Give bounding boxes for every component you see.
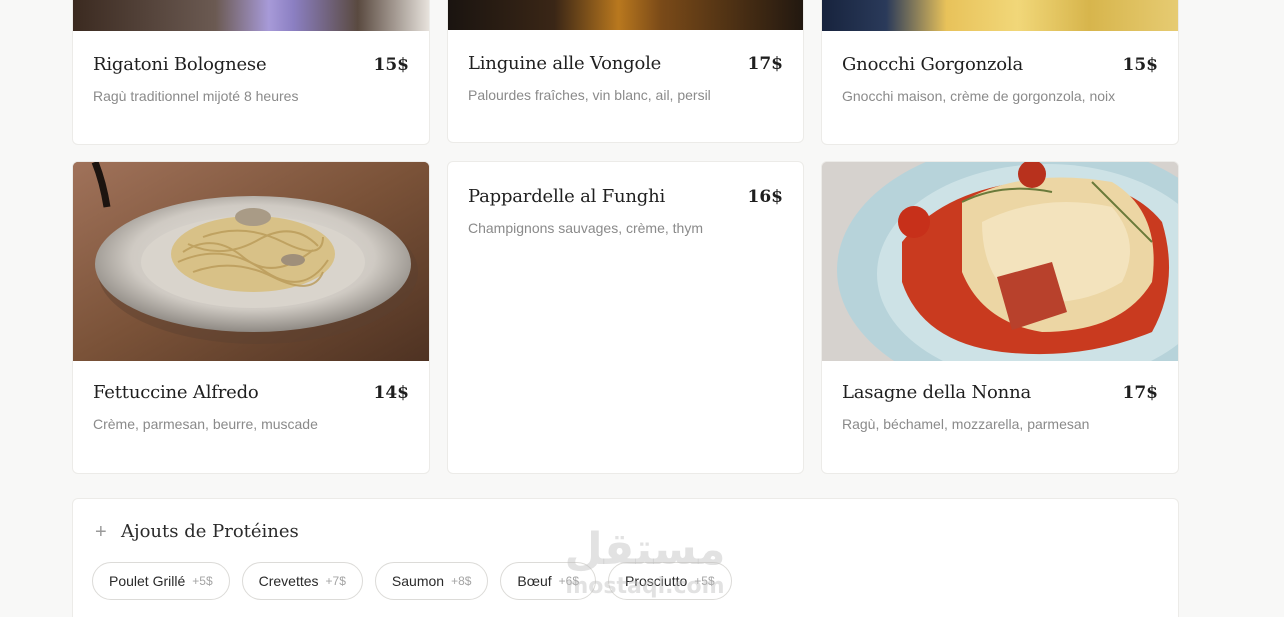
addon-chip-poulet[interactable]: Poulet Grillé +5$	[92, 562, 230, 600]
dish-card-rigatoni[interactable]: Rigatoni Bolognese 15$ Ragù traditionnel…	[72, 0, 430, 145]
dish-description: Crème, parmesan, beurre, muscade	[93, 416, 318, 432]
dish-name: Rigatoni Bolognese	[93, 54, 267, 75]
addon-chip-prosciutto[interactable]: Prosciutto +5$	[608, 562, 732, 600]
dish-price: 15$	[1122, 55, 1159, 75]
addon-chip-saumon[interactable]: Saumon +8$	[374, 562, 489, 600]
dish-card-fettuccine[interactable]: Fettuccine Alfredo 14$ Crème, parmesan, …	[72, 161, 430, 474]
addon-label: Saumon	[391, 573, 445, 589]
dish-price: 14$	[373, 383, 410, 403]
addon-label: Crevettes	[258, 573, 319, 589]
dish-description: Gnocchi maison, crème de gorgonzola, noi…	[842, 88, 1116, 104]
addon-price: +6$	[558, 574, 580, 588]
lasagne-plate-image	[822, 162, 1178, 361]
dish-card-linguine[interactable]: Linguine alle Vongole 17$ Palourdes fraî…	[447, 0, 804, 143]
dish-description: Ragù traditionnel mijoté 8 heures	[93, 88, 299, 104]
dish-description: Palourdes fraîches, vin blanc, ail, pers…	[468, 87, 711, 103]
addon-price: +5$	[694, 574, 715, 588]
dish-description: Ragù, béchamel, mozzarella, parmesan	[842, 416, 1090, 432]
addon-price: +7$	[325, 574, 346, 588]
dish-name: Linguine alle Vongole	[468, 53, 662, 74]
dish-price: 17$	[1122, 383, 1159, 403]
dish-photo	[822, 0, 1178, 31]
addon-label: Prosciutto	[625, 573, 688, 589]
dish-photo	[73, 0, 429, 31]
dish-card-lasagne[interactable]: Lasagne della Nonna 17$ Ragù, béchamel, …	[821, 161, 1179, 474]
addons-header[interactable]: + Ajouts de Protéines	[95, 521, 299, 542]
dish-price: 16$	[747, 187, 784, 207]
pasta-plate-image	[73, 162, 429, 361]
dish-photo	[73, 162, 429, 361]
addon-label: Poulet Grillé	[109, 573, 186, 589]
protein-addons-panel: + Ajouts de Protéines Poulet Grillé +5$ …	[72, 498, 1179, 617]
dish-card-pappardelle[interactable]: Pappardelle al Funghi 16$ Champignons sa…	[447, 161, 804, 474]
dish-price: 17$	[747, 54, 784, 74]
dish-photo	[448, 0, 803, 30]
dish-card-gnocchi[interactable]: Gnocchi Gorgonzola 15$ Gnocchi maison, c…	[821, 0, 1179, 145]
addon-chip-boeuf[interactable]: Bœuf +6$	[500, 562, 597, 600]
dish-name: Pappardelle al Funghi	[468, 186, 666, 207]
dish-price: 15$	[373, 55, 410, 75]
dish-name: Gnocchi Gorgonzola	[842, 54, 1024, 75]
addon-chip-crevettes[interactable]: Crevettes +7$	[241, 562, 363, 600]
addon-price: +8$	[451, 574, 472, 588]
dish-photo	[822, 162, 1178, 361]
addon-chips: Poulet Grillé +5$ Crevettes +7$ Saumon +…	[92, 562, 732, 600]
plus-icon: +	[95, 520, 107, 543]
addon-label: Bœuf	[517, 573, 552, 589]
dish-description: Champignons sauvages, crème, thym	[468, 220, 703, 236]
addons-title: Ajouts de Protéines	[121, 521, 299, 542]
dish-name: Lasagne della Nonna	[842, 382, 1031, 403]
dish-name: Fettuccine Alfredo	[93, 382, 259, 403]
addon-price: +5$	[192, 574, 213, 588]
